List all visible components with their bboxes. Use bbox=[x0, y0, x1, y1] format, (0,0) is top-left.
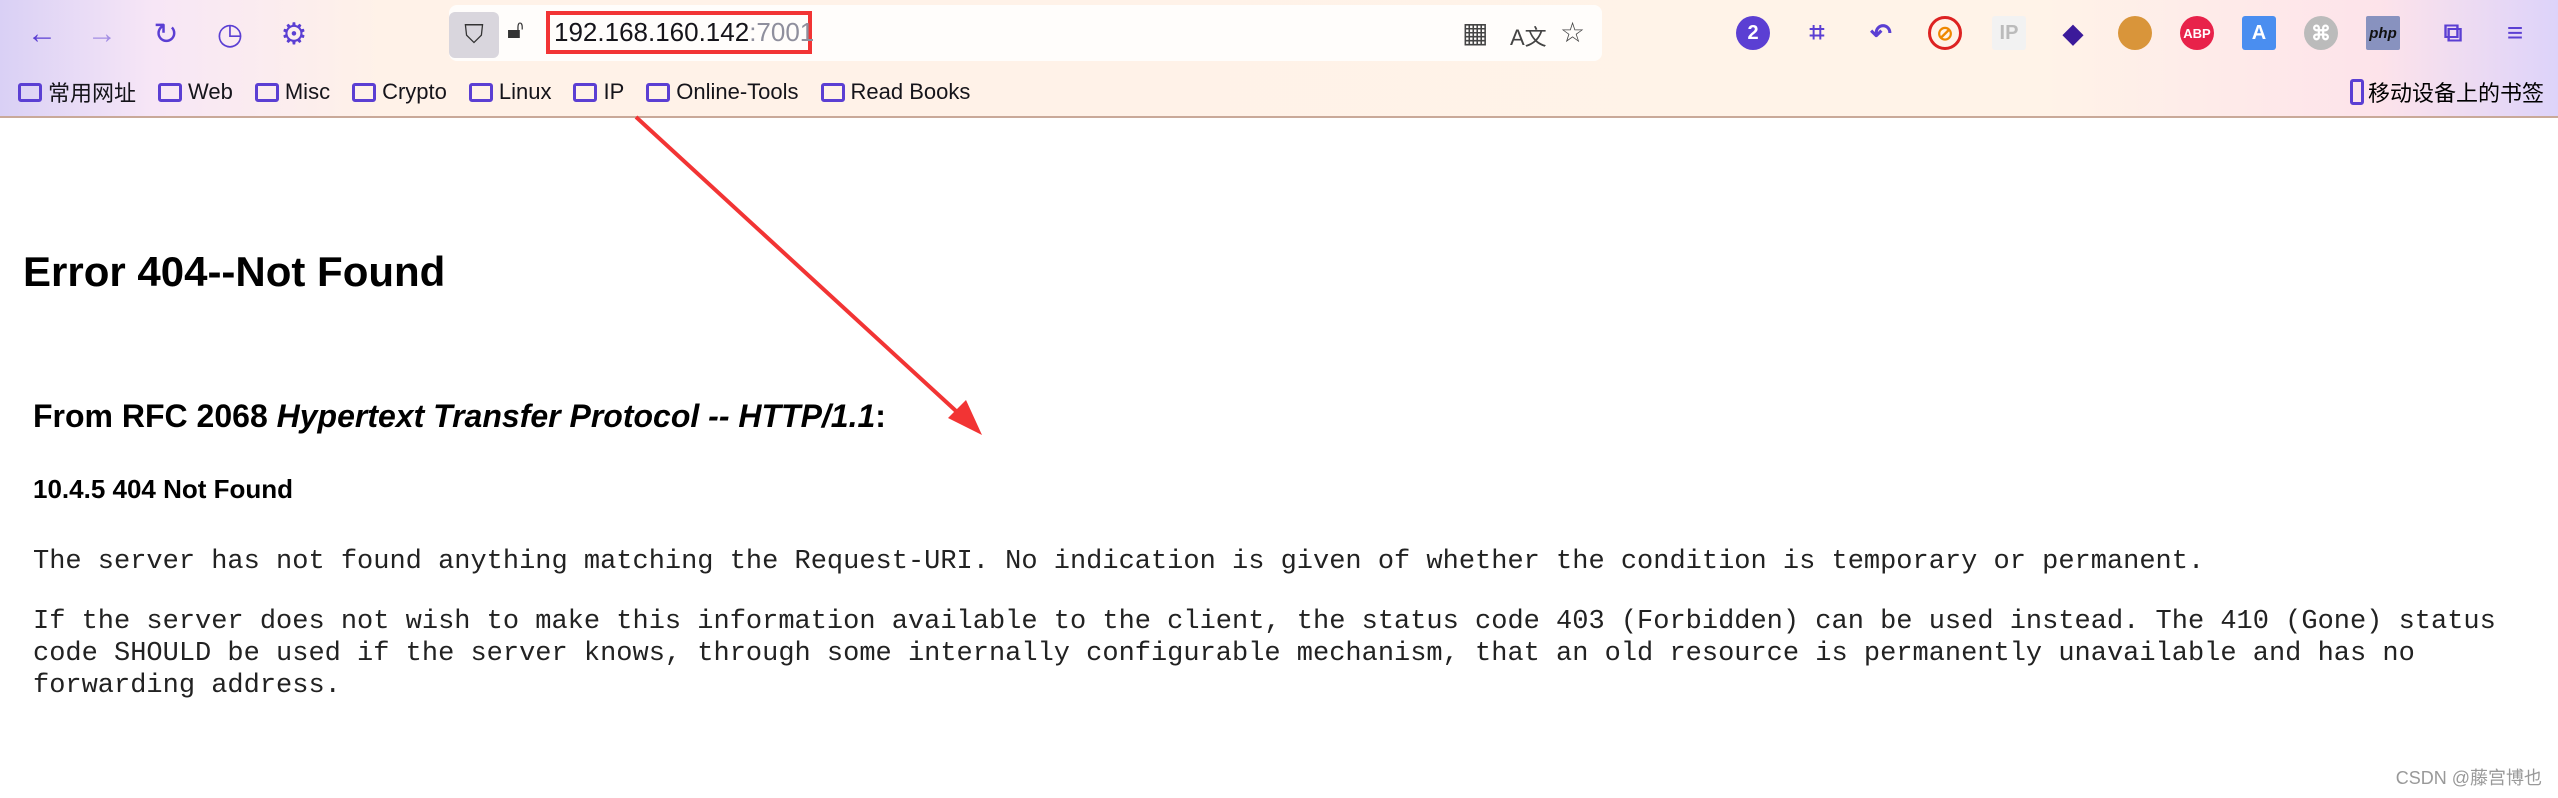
insecure-lock-icon[interactable]: 🔓︎ bbox=[507, 14, 524, 46]
bookmark-folder[interactable]: Read Books bbox=[820, 76, 971, 108]
folder-icon bbox=[468, 82, 493, 102]
adblock-icon[interactable]: ABP bbox=[2180, 16, 2214, 50]
bookmark-label: Crypto bbox=[382, 79, 447, 104]
folder-icon bbox=[820, 82, 845, 102]
mobile-bookmarks-label: 移动设备上的书签 bbox=[2367, 81, 2544, 106]
bookmark-folder[interactable]: Online-Tools bbox=[646, 76, 799, 108]
back-button[interactable]: ← bbox=[22, 14, 62, 54]
bookmark-label: 常用网址 bbox=[48, 81, 137, 106]
folder-icon bbox=[254, 82, 279, 102]
blocked-extension-icon[interactable]: ⊘ bbox=[1928, 16, 1962, 50]
menu-icon[interactable]: ≡ bbox=[2498, 16, 2532, 50]
page-title: Error 404--Not Found bbox=[23, 248, 446, 295]
bookmark-folder[interactable]: 常用网址 bbox=[18, 76, 136, 108]
section-heading: 10.4.5 404 Not Found bbox=[33, 474, 294, 504]
bookmark-label: Web bbox=[188, 79, 233, 104]
url-text[interactable]: 192.168.160.142:7001 bbox=[546, 11, 815, 54]
cookie-icon[interactable] bbox=[2118, 16, 2152, 50]
watermark: CSDN @藤宫博也 bbox=[2395, 768, 2542, 788]
phone-icon bbox=[2349, 79, 2364, 105]
php-extension-icon[interactable]: php bbox=[2366, 16, 2400, 50]
history-icon[interactable]: ◷ bbox=[210, 14, 250, 54]
bookmark-folder[interactable]: Crypto bbox=[352, 76, 447, 108]
bookmark-label: Linux bbox=[498, 79, 552, 104]
mobile-bookmarks[interactable]: 移动设备上的书签 bbox=[2349, 76, 2544, 108]
qr-code-icon[interactable]: ▦ bbox=[1462, 16, 1488, 49]
rfc-heading: From RFC 2068 Hypertext Transfer Protoco… bbox=[33, 398, 886, 435]
paragraph-1: The server has not found anything matchi… bbox=[33, 547, 2205, 577]
bookmark-label: Read Books bbox=[850, 79, 971, 104]
ip-extension-icon[interactable]: IP bbox=[1992, 16, 2026, 50]
tracking-shield-icon[interactable]: ⛉ bbox=[449, 12, 499, 58]
browser-toolbar: ← → ↻ ◷ ⚙ ⛉ 🔓︎ 192.168.160.142:7001 ▦ A文… bbox=[0, 0, 2558, 118]
translate-icon[interactable]: A文 bbox=[1510, 20, 1547, 52]
bookmark-label: Online-Tools bbox=[676, 79, 799, 104]
undo-icon[interactable]: ↶ bbox=[1864, 16, 1898, 50]
folder-icon bbox=[158, 82, 183, 102]
bookmark-label: Misc bbox=[284, 79, 331, 104]
rfc-prefix: From RFC 2068 bbox=[33, 398, 277, 434]
forward-button[interactable]: → bbox=[82, 14, 122, 54]
command-icon[interactable]: ⌘ bbox=[2304, 16, 2338, 50]
diamond-extension-icon[interactable]: ◆ bbox=[2056, 16, 2090, 50]
bookmark-folder[interactable]: Misc bbox=[254, 76, 331, 108]
bookmark-folder[interactable]: Linux bbox=[468, 76, 552, 108]
bookmark-folder[interactable]: IP bbox=[573, 76, 624, 108]
url-port: :7001 bbox=[749, 17, 815, 47]
google-translate-icon[interactable]: A bbox=[2242, 16, 2276, 50]
rfc-title: Hypertext Transfer Protocol -- HTTP/1.1 bbox=[276, 398, 876, 434]
folder-icon bbox=[573, 82, 598, 102]
bookmark-folder[interactable]: Web bbox=[158, 76, 233, 108]
folder-icon bbox=[18, 82, 42, 102]
bookmark-star-icon[interactable]: ☆ bbox=[1560, 16, 1585, 49]
bookmark-label: IP bbox=[603, 79, 625, 104]
folder-icon bbox=[352, 82, 377, 102]
extension-badge-icon[interactable]: 2 bbox=[1736, 16, 1770, 50]
settings-gear-icon[interactable]: ⚙ bbox=[274, 14, 314, 54]
folder-icon bbox=[646, 82, 671, 102]
paragraph-2: If the server does not wish to make this… bbox=[33, 607, 2496, 701]
extensions-puzzle-icon[interactable]: ⧉ bbox=[2436, 16, 2470, 50]
bookmarks-bar: 常用网址 Web Misc Crypto Linux IP Online-Too… bbox=[18, 76, 970, 108]
crop-icon[interactable]: ⌗ bbox=[1800, 16, 1834, 50]
url-host: 192.168.160.142 bbox=[554, 17, 750, 47]
reload-button[interactable]: ↻ bbox=[146, 14, 186, 54]
rfc-suffix: : bbox=[875, 398, 886, 434]
